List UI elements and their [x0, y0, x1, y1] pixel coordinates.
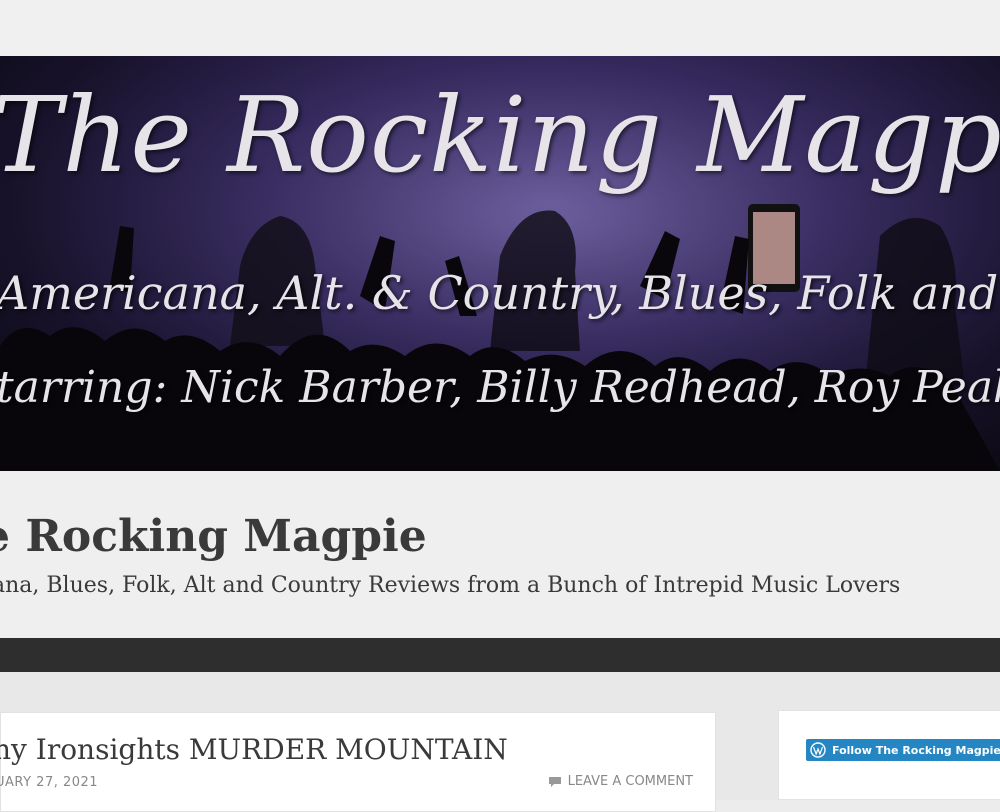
- navigation-bar[interactable]: [0, 638, 1000, 672]
- post-date[interactable]: UARY 27, 2021: [0, 775, 98, 790]
- banner-starring: tarring: Nick Barber, Billy Redhead, Roy…: [0, 362, 1000, 413]
- content-area: ny Ironsights MURDER MOUNTAIN UARY 27, 2…: [0, 672, 1000, 812]
- banner-genres: Americana, Alt. & Country, Blues, Folk a…: [0, 266, 1000, 320]
- follow-widget: Follow The Rocking Magpie: [778, 710, 1000, 800]
- post-card: ny Ironsights MURDER MOUNTAIN UARY 27, 2…: [0, 712, 716, 812]
- leave-comment-link[interactable]: LEAVE A COMMENT: [548, 774, 693, 789]
- wordpress-icon: [810, 742, 826, 758]
- site-title[interactable]: e Rocking Magpie: [0, 511, 427, 562]
- site-description: ana, Blues, Folk, Alt and Country Review…: [0, 573, 901, 598]
- header-banner[interactable]: The Rocking Magpie Americana, Alt. & Cou…: [0, 56, 1000, 471]
- post-title[interactable]: ny Ironsights MURDER MOUNTAIN: [0, 733, 508, 766]
- follow-button[interactable]: Follow The Rocking Magpie: [806, 739, 1000, 761]
- banner-title: The Rocking Magpie: [0, 74, 1000, 196]
- comment-icon: [548, 776, 561, 787]
- leave-comment-label: LEAVE A COMMENT: [567, 774, 693, 789]
- site-header: e Rocking Magpie ana, Blues, Folk, Alt a…: [0, 471, 1000, 638]
- top-strip: [0, 0, 1000, 56]
- follow-button-label: Follow The Rocking Magpie: [832, 743, 1000, 757]
